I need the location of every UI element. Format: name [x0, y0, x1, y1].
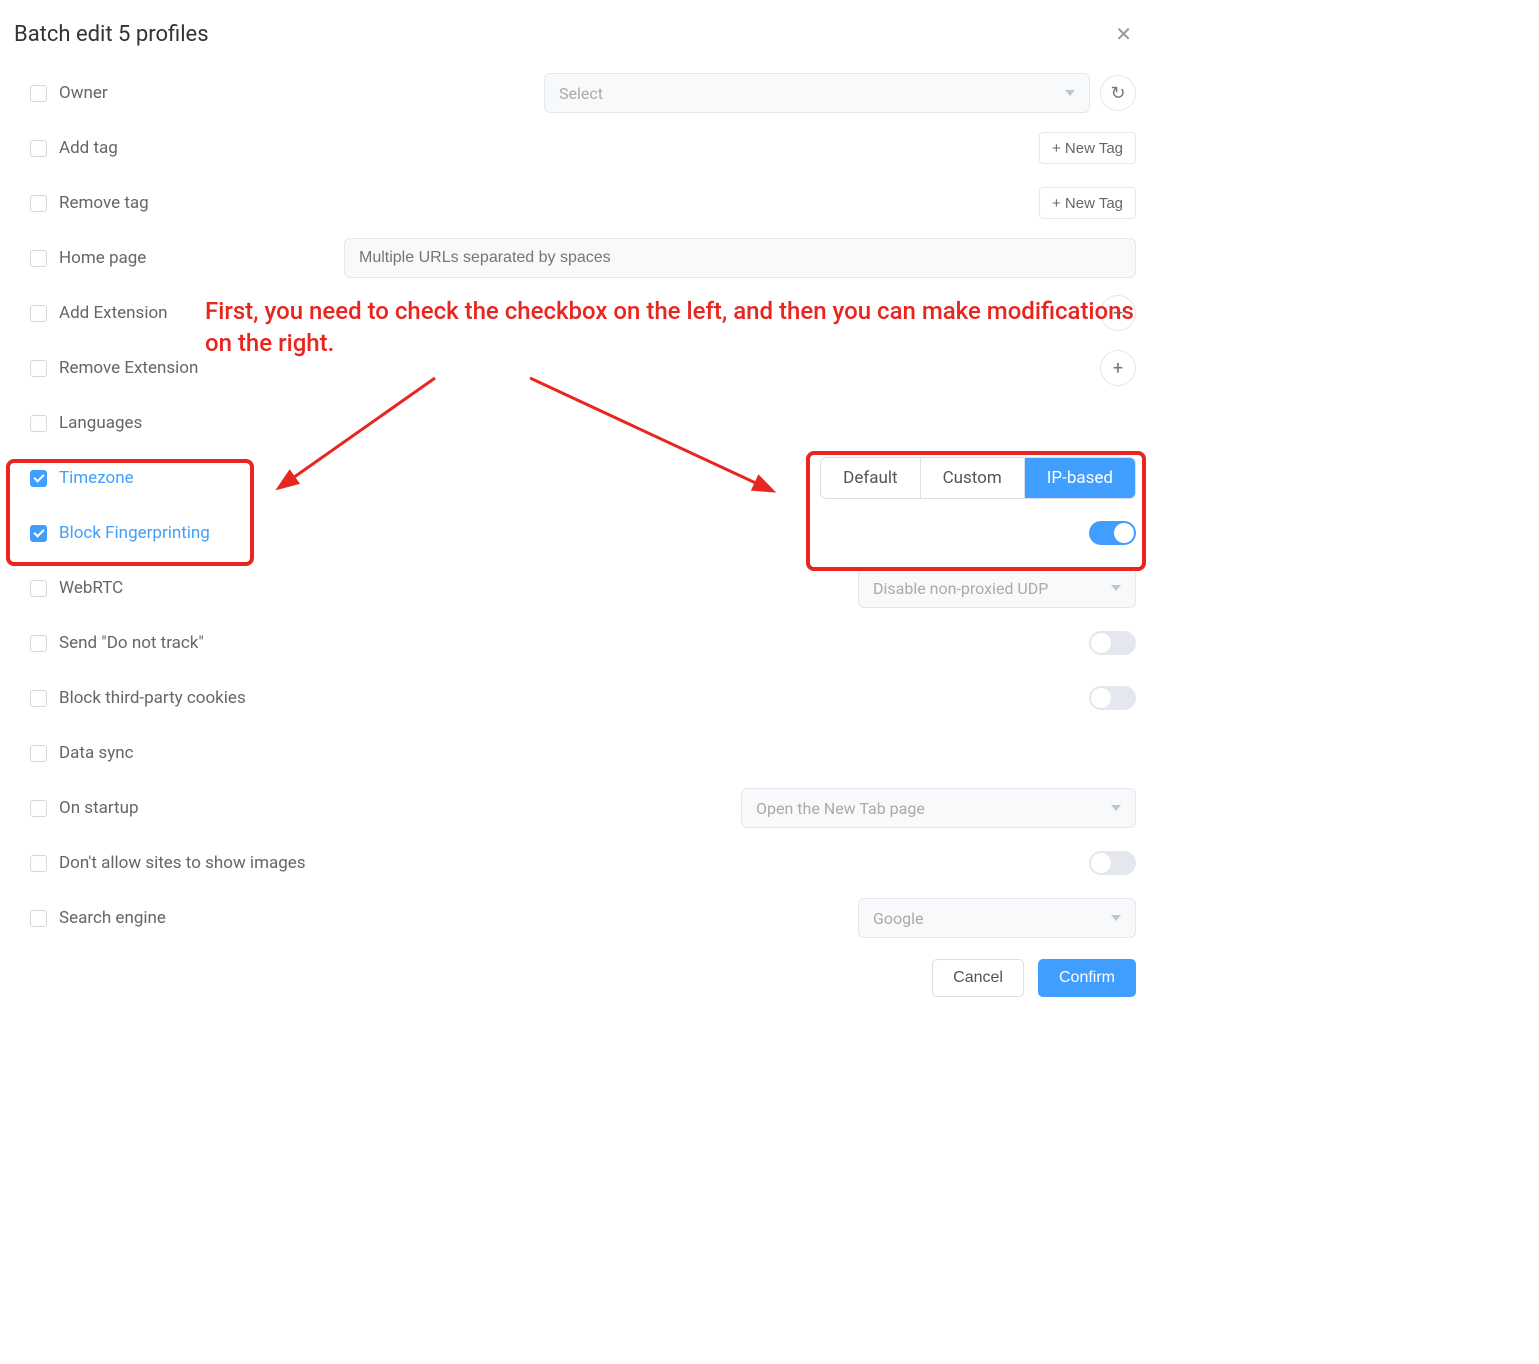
chevron-down-icon: [1111, 915, 1121, 921]
label-dnt: Send "Do not track": [59, 633, 204, 653]
annotation-arrow-left: [275, 370, 445, 500]
checkbox-remove-tag[interactable]: [30, 195, 47, 212]
select-search-engine[interactable]: Google: [858, 898, 1136, 938]
chevron-down-icon: [1065, 90, 1075, 96]
select-on-startup[interactable]: Open the New Tab page: [741, 788, 1136, 828]
label-on-startup: On startup: [59, 798, 139, 818]
checkbox-no-images[interactable]: [30, 855, 47, 872]
annotation-text: First, you need to check the checkbox on…: [205, 295, 1135, 360]
new-tag-button-remove[interactable]: + New Tag: [1039, 187, 1136, 219]
annotation-box-left: [6, 459, 254, 566]
label-add-extension: Add Extension: [59, 303, 168, 323]
checkbox-owner[interactable]: [30, 85, 47, 102]
checkbox-remove-extension[interactable]: [30, 360, 47, 377]
label-no-images: Don't allow sites to show images: [59, 853, 306, 873]
toggle-block-3p-cookies[interactable]: [1089, 686, 1136, 710]
label-search-engine: Search engine: [59, 908, 166, 928]
select-webrtc[interactable]: Disable non-proxied UDP: [858, 568, 1136, 608]
label-block-3p-cookies: Block third-party cookies: [59, 688, 246, 708]
annotation-box-right: [806, 451, 1146, 571]
checkbox-block-3p-cookies[interactable]: [30, 690, 47, 707]
checkbox-on-startup[interactable]: [30, 800, 47, 817]
checkbox-dnt[interactable]: [30, 635, 47, 652]
checkbox-languages[interactable]: [30, 415, 47, 432]
checkbox-webrtc[interactable]: [30, 580, 47, 597]
cancel-button[interactable]: Cancel: [932, 959, 1024, 997]
label-remove-tag: Remove tag: [59, 193, 149, 213]
label-data-sync: Data sync: [59, 743, 134, 763]
select-owner[interactable]: Select: [544, 73, 1090, 113]
chevron-down-icon: [1111, 585, 1121, 591]
label-languages: Languages: [59, 413, 142, 433]
page-title: Batch edit 5 profiles: [14, 22, 209, 47]
checkbox-add-tag[interactable]: [30, 140, 47, 157]
checkbox-home-page[interactable]: [30, 250, 47, 267]
new-tag-button-add[interactable]: + New Tag: [1039, 132, 1136, 164]
checkbox-search-engine[interactable]: [30, 910, 47, 927]
label-remove-extension: Remove Extension: [59, 358, 198, 378]
select-owner-placeholder: Select: [559, 84, 603, 103]
select-webrtc-value: Disable non-proxied UDP: [873, 579, 1048, 598]
refresh-icon[interactable]: ↻: [1100, 75, 1136, 111]
label-owner: Owner: [59, 83, 108, 103]
chevron-down-icon: [1111, 805, 1121, 811]
close-icon[interactable]: ✕: [1111, 18, 1136, 50]
toggle-dnt[interactable]: [1089, 631, 1136, 655]
label-add-tag: Add tag: [59, 138, 118, 158]
label-webrtc: WebRTC: [59, 578, 123, 598]
annotation-arrow-right: [520, 370, 780, 500]
select-search-engine-value: Google: [873, 909, 924, 928]
home-page-input[interactable]: [344, 238, 1136, 278]
confirm-button[interactable]: Confirm: [1038, 959, 1136, 997]
toggle-no-images[interactable]: [1089, 851, 1136, 875]
label-home-page: Home page: [59, 248, 146, 268]
select-on-startup-value: Open the New Tab page: [756, 799, 925, 818]
checkbox-add-extension[interactable]: [30, 305, 47, 322]
checkbox-data-sync[interactable]: [30, 745, 47, 762]
